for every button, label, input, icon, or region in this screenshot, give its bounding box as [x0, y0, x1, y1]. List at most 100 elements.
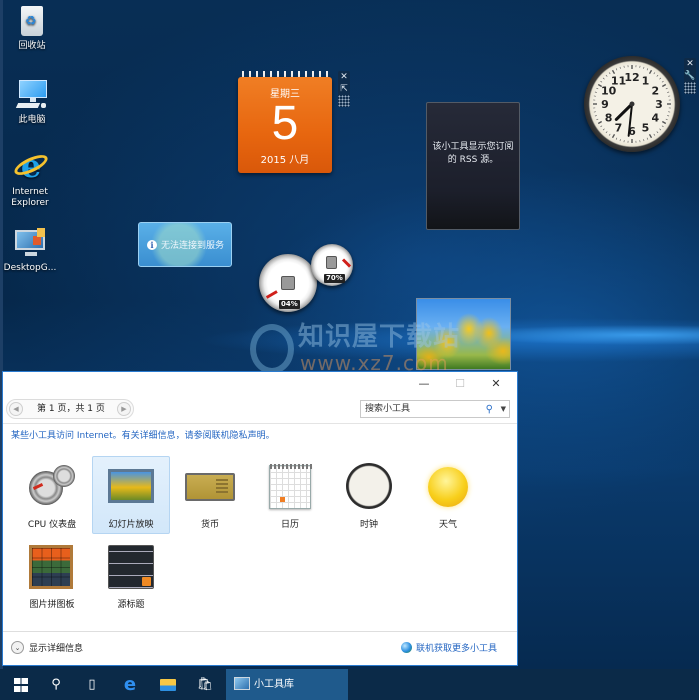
- page-indicator: 第 1 页，共 1 页: [37, 404, 105, 414]
- clock-tick: [619, 139, 621, 142]
- clock-tick: [656, 74, 659, 77]
- gadget-tile-picture-puzzle[interactable]: 图片拼图板: [13, 536, 91, 614]
- show-details-toggle[interactable]: ⌄ 显示详细信息: [11, 641, 83, 654]
- gadget-name: 天气: [438, 520, 457, 530]
- taskbar-item-label: 小工具库: [254, 679, 294, 690]
- store-button[interactable]: 🛍: [187, 669, 223, 700]
- desktop-icon-recycle-bin[interactable]: 回收站: [2, 4, 62, 52]
- gadget-name: 日历: [280, 520, 299, 530]
- close-button[interactable]: ✕: [477, 372, 515, 396]
- window-toolbar: ◀ 第 1 页，共 1 页 ▶ 搜索小工具 ⚲ ▼: [3, 396, 517, 424]
- clock-tick: [596, 87, 599, 90]
- clock-tick: [594, 91, 597, 93]
- maximize-button[interactable]: ☐: [441, 372, 479, 396]
- privacy-notice-link[interactable]: 某些小工具访问 Internet。有关详细信息，请参阅联机隐私声明。: [3, 424, 517, 448]
- desktop-icon-this-pc[interactable]: 此电脑: [2, 78, 62, 126]
- search-button[interactable]: ⚲: [38, 669, 74, 700]
- memory-gauge: 70%: [311, 244, 353, 286]
- window-footer: ⌄ 显示详细信息 联机获取更多小工具: [3, 631, 517, 665]
- weather-gadget-error[interactable]: i 无法连接到服务: [138, 222, 232, 267]
- taskbar-item-gadgets-gallery[interactable]: 小工具库: [226, 669, 348, 700]
- feed-headlines-icon: [106, 543, 156, 589]
- slideshow-gadget[interactable]: [416, 298, 511, 370]
- clock-tick: [600, 80, 603, 83]
- gadgets-gallery-window: — ☐ ✕ ◀ 第 1 页，共 1 页 ▶ 搜索小工具 ⚲ ▼ 某些小工具访问 …: [2, 371, 518, 666]
- search-gadgets-input[interactable]: 搜索小工具 ⚲ ▼: [360, 400, 510, 418]
- minimize-button[interactable]: —: [405, 372, 443, 396]
- resize-icon[interactable]: ⇱: [338, 83, 350, 95]
- gadget-tile-slideshow[interactable]: 幻灯片放映: [92, 456, 170, 534]
- get-more-gadgets-online-link[interactable]: 联机获取更多小工具: [400, 641, 497, 654]
- gadget-tile-calendar[interactable]: 日历: [251, 456, 329, 534]
- taskbar: ⚲ ▯ e 🛍 小工具库: [0, 669, 699, 700]
- rss-message: 该小工具显示您订阅的 RSS 源。: [432, 142, 514, 165]
- search-icon[interactable]: ⚲: [486, 402, 493, 417]
- start-button[interactable]: [2, 669, 38, 700]
- computer-icon: [15, 78, 49, 112]
- show-details-label: 显示详细信息: [29, 644, 84, 654]
- clock-number: 5: [642, 121, 650, 134]
- gadget-name: 货币: [200, 520, 219, 530]
- rss-headlines-gadget[interactable]: 该小工具显示您订阅的 RSS 源。: [426, 102, 520, 230]
- clock-number: 12: [624, 71, 639, 84]
- close-icon[interactable]: ✕: [338, 71, 350, 83]
- currency-icon: [185, 463, 235, 509]
- clock-tick: [648, 133, 653, 139]
- drag-handle-icon[interactable]: [338, 95, 350, 107]
- clock-tick: [600, 125, 603, 128]
- gadget-tile-clock[interactable]: 时钟: [330, 456, 408, 534]
- clock-center: [629, 101, 635, 107]
- desktop-gadgets-icon: [13, 226, 47, 260]
- task-view-button[interactable]: ▯: [74, 669, 110, 700]
- gadget-tile-cpu-meter[interactable]: CPU 仪表盘: [13, 456, 91, 534]
- gadget-name: 时钟: [359, 520, 378, 530]
- clock-number: 1: [642, 75, 650, 88]
- desktop-icon-desktop-gadgets[interactable]: DesktopG...: [0, 226, 60, 274]
- clock-tick: [611, 69, 616, 75]
- gadget-tile-feed-headlines[interactable]: 源标题: [92, 536, 170, 614]
- next-page-button[interactable]: ▶: [117, 402, 131, 416]
- cpu-percent: 04%: [279, 300, 300, 309]
- clock-number: 2: [652, 85, 660, 98]
- clock-tick: [665, 87, 668, 90]
- previous-page-button[interactable]: ◀: [9, 402, 23, 416]
- clock-tick: [608, 133, 611, 136]
- clock-tick: [659, 128, 662, 131]
- chevron-down-icon: ⌄: [11, 641, 24, 654]
- clock-tick: [615, 68, 618, 71]
- wrench-icon[interactable]: 🔧: [684, 70, 696, 82]
- search-icon: ⚲: [51, 677, 61, 692]
- clock-tick: [659, 77, 662, 80]
- file-explorer-button[interactable]: [150, 669, 186, 700]
- gadget-name: 源标题: [117, 600, 145, 610]
- clock-tick: [661, 80, 664, 83]
- gadgets-gallery-icon: [234, 677, 250, 690]
- calendar-gadget[interactable]: 星期三 5 2015 八月: [238, 71, 332, 173]
- gadget-tile-weather[interactable]: 天气: [409, 456, 487, 534]
- clock-tick: [656, 131, 659, 134]
- calendar-icon: [265, 463, 315, 509]
- clock-gadget[interactable]: 1 2 3 4 5 6 7 8 9 10 11 12: [584, 56, 680, 152]
- search-dropdown-icon[interactable]: ▼: [501, 402, 506, 417]
- clock-tick: [615, 137, 618, 140]
- edge-button[interactable]: e: [112, 669, 148, 700]
- calendar-month-year: 2015 八月: [260, 155, 310, 166]
- clock-tick: [667, 115, 670, 117]
- clock-tick: [653, 72, 656, 75]
- desktop-icon-label: DesktopG...: [3, 263, 57, 273]
- task-view-icon: ▯: [88, 677, 96, 692]
- drag-handle-icon[interactable]: [684, 82, 696, 94]
- clock-tick: [605, 131, 608, 134]
- cpu-meter-gadget[interactable]: 04% 70%: [259, 244, 355, 314]
- info-icon: i: [147, 239, 157, 250]
- gadget-grid: CPU 仪表盘 幻灯片放映 货币 日历 时钟 天气 图片拼图板 源标题: [3, 448, 517, 644]
- window-titlebar[interactable]: — ☐ ✕: [3, 372, 517, 396]
- desktop-icon-internet-explorer[interactable]: e Internet Explorer: [0, 150, 60, 209]
- clock-tick: [648, 69, 653, 75]
- clock-number: 8: [605, 112, 613, 125]
- close-icon[interactable]: ✕: [684, 58, 696, 70]
- gadget-tile-currency[interactable]: 货币: [171, 456, 249, 534]
- clock-tick: [596, 118, 599, 121]
- cpu-meter-icon: [27, 463, 77, 509]
- globe-icon: [400, 642, 412, 653]
